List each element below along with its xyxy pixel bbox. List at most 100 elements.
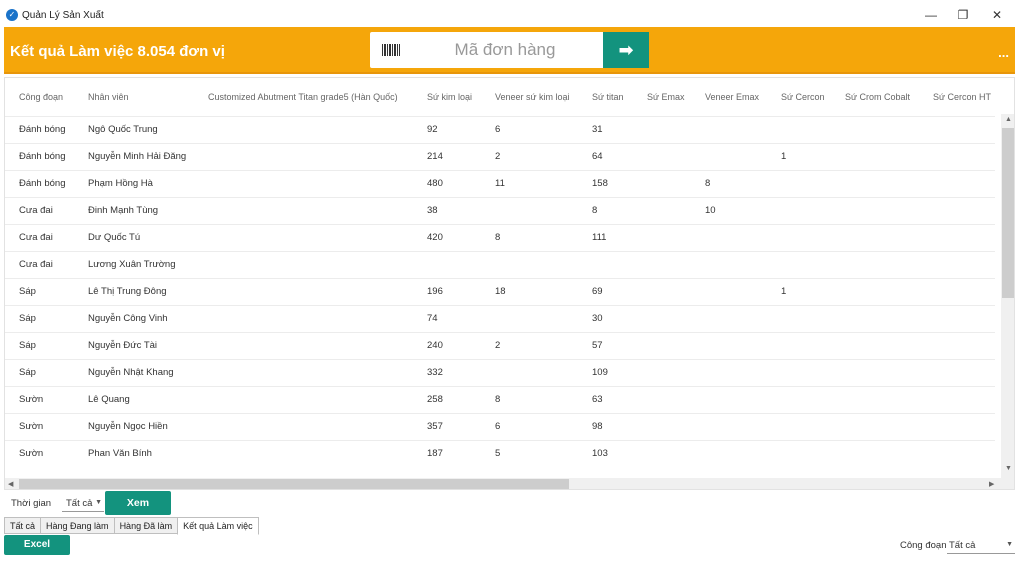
column-header[interactable]: Công đoạn bbox=[5, 78, 74, 116]
table-cell: Dư Quốc Tú bbox=[74, 223, 194, 251]
column-header[interactable]: Sứ Cercon bbox=[767, 78, 831, 116]
table-row[interactable]: Sườn Phan Văn Bính 187 5 103 bbox=[5, 439, 995, 467]
scroll-up-icon[interactable]: ▲ bbox=[1005, 116, 1012, 123]
table-cell bbox=[194, 115, 413, 143]
vertical-scroll-thumb[interactable] bbox=[1002, 128, 1014, 298]
table-cell bbox=[919, 250, 995, 278]
more-options-button[interactable]: ... bbox=[998, 45, 1009, 60]
table-cell bbox=[194, 169, 413, 197]
table-row[interactable]: Đánh bóng Phạm Hồng Hà 480 11 158 8 bbox=[5, 169, 995, 197]
table-cell: 214 bbox=[413, 142, 481, 170]
time-filter-select[interactable]: Tất cả ▼ bbox=[62, 494, 104, 512]
tab-1[interactable]: Hàng Đang làm bbox=[40, 517, 114, 534]
table-row[interactable]: Cưa đai Đinh Mạnh Tùng 38 8 10 bbox=[5, 196, 995, 224]
table-cell bbox=[413, 250, 481, 278]
table-cell bbox=[691, 304, 767, 332]
table-cell bbox=[691, 250, 767, 278]
restore-button[interactable]: ❐ bbox=[948, 4, 978, 26]
tab-3[interactable]: Kết quả Làm việc bbox=[177, 517, 259, 535]
table-cell: 2 bbox=[481, 331, 578, 359]
stage-filter-value: Tất cả bbox=[949, 540, 976, 551]
table-cell bbox=[633, 304, 691, 332]
table-cell: 8 bbox=[481, 385, 578, 413]
column-header[interactable]: Sứ Crom Cobalt bbox=[831, 78, 919, 116]
table-cell bbox=[194, 304, 413, 332]
column-header[interactable]: Sứ kim loại bbox=[413, 78, 481, 116]
header-banner: Kết quả Làm việc 8.054 đơn vị ➡ ... bbox=[4, 27, 1015, 74]
table-cell bbox=[691, 439, 767, 467]
table-row[interactable]: Đánh bóng Nguyễn Minh Hải Đăng 214 2 64 1 bbox=[5, 142, 995, 170]
tab-0[interactable]: Tất cả bbox=[4, 517, 41, 534]
table-cell: 30 bbox=[578, 304, 633, 332]
vertical-scrollbar[interactable]: ▲ ▼ bbox=[1001, 114, 1014, 489]
table-cell: 332 bbox=[413, 358, 481, 386]
scroll-left-icon[interactable]: ◀ bbox=[8, 480, 13, 488]
column-header[interactable]: Sứ Emax bbox=[633, 78, 691, 116]
table-row[interactable]: Sườn Lê Quang 258 8 63 bbox=[5, 385, 995, 413]
chevron-down-icon: ▼ bbox=[1006, 541, 1013, 548]
table-row[interactable]: Sáp Nguyễn Đức Tài 240 2 57 bbox=[5, 331, 995, 359]
table-row[interactable]: Cưa đai Dư Quốc Tú 420 8 111 bbox=[5, 223, 995, 251]
scroll-down-icon[interactable]: ▼ bbox=[1005, 465, 1012, 472]
table-cell bbox=[691, 412, 767, 440]
table-cell: Đánh bóng bbox=[5, 115, 74, 143]
table-row[interactable]: Sáp Nguyễn Công Vinh 74 30 bbox=[5, 304, 995, 332]
column-header[interactable]: Veneer Emax bbox=[691, 78, 767, 116]
column-header[interactable]: Sứ Cercon HT bbox=[919, 78, 995, 116]
horizontal-scrollbar[interactable]: ◀ ▶ bbox=[5, 478, 1001, 489]
column-header[interactable]: Veneer sứ kim loại bbox=[481, 78, 578, 116]
table-cell: 63 bbox=[578, 385, 633, 413]
table-cell: Đánh bóng bbox=[5, 142, 74, 170]
table-cell: 357 bbox=[413, 412, 481, 440]
close-button[interactable]: ✕ bbox=[982, 4, 1012, 26]
table-cell bbox=[767, 169, 831, 197]
stage-filter-select[interactable]: Tất cả ▼ bbox=[947, 536, 1015, 554]
table-cell bbox=[919, 385, 995, 413]
table-cell bbox=[633, 331, 691, 359]
table-row[interactable]: Đánh bóng Ngô Quốc Trung 92 6 31 bbox=[5, 115, 995, 143]
table-cell: 240 bbox=[413, 331, 481, 359]
table-cell bbox=[633, 196, 691, 224]
table-cell: 64 bbox=[578, 142, 633, 170]
table-row[interactable]: Sáp Lê Thị Trung Đông 196 18 69 1 bbox=[5, 277, 995, 305]
column-header[interactable]: Nhân viên bbox=[74, 78, 194, 116]
table-cell: Sườn bbox=[5, 439, 74, 467]
table-row[interactable]: Cưa đai Lương Xuân Trường bbox=[5, 250, 995, 278]
table-cell: 10 bbox=[691, 196, 767, 224]
minimize-button[interactable]: — bbox=[916, 4, 946, 26]
table-cell: Lê Thị Trung Đông bbox=[74, 277, 194, 305]
work-result-grid: Công đoạn Nhân viên Customized Abutment Ti… bbox=[4, 77, 1015, 490]
table-cell: Phan Văn Bính bbox=[74, 439, 194, 467]
table-cell bbox=[919, 115, 995, 143]
table-cell: 258 bbox=[413, 385, 481, 413]
table-row[interactable]: Sáp Nguyễn Nhật Khang 332 109 bbox=[5, 358, 995, 386]
table-cell bbox=[831, 304, 919, 332]
table-cell: Cưa đai bbox=[5, 196, 74, 224]
table-cell: Đinh Mạnh Tùng bbox=[74, 196, 194, 224]
table-cell bbox=[831, 169, 919, 197]
table-cell bbox=[767, 331, 831, 359]
barcode-icon[interactable] bbox=[382, 44, 400, 56]
table-cell bbox=[633, 142, 691, 170]
scroll-right-icon[interactable]: ▶ bbox=[989, 480, 994, 488]
tab-2[interactable]: Hàng Đã làm bbox=[113, 517, 178, 534]
table-cell bbox=[691, 277, 767, 305]
table-cell: Nguyễn Minh Hải Đăng bbox=[74, 142, 194, 170]
horizontal-scroll-thumb[interactable] bbox=[19, 479, 569, 489]
table-cell: 5 bbox=[481, 439, 578, 467]
table-cell bbox=[194, 250, 413, 278]
order-code-input[interactable] bbox=[410, 32, 600, 68]
search-go-button[interactable]: ➡ bbox=[603, 32, 649, 68]
table-cell bbox=[767, 358, 831, 386]
table-cell: 8 bbox=[481, 223, 578, 251]
column-header[interactable]: Customized Abutment Titan grade5 (Hàn Qu… bbox=[194, 78, 413, 116]
column-header[interactable]: Sứ titan bbox=[578, 78, 633, 116]
table-row[interactable]: Sườn Nguyễn Ngọc Hiền 357 6 98 bbox=[5, 412, 995, 440]
view-button[interactable]: Xem bbox=[105, 491, 171, 515]
table-cell: Sườn bbox=[5, 412, 74, 440]
table-cell: 103 bbox=[578, 439, 633, 467]
export-excel-button[interactable]: Excel bbox=[4, 535, 70, 555]
table-cell: 6 bbox=[481, 115, 578, 143]
table-cell: 187 bbox=[413, 439, 481, 467]
table-cell bbox=[691, 142, 767, 170]
